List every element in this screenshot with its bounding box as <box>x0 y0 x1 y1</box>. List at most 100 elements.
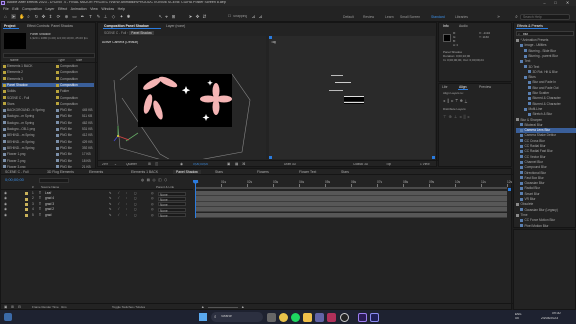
pr-taskbar-icon[interactable] <box>370 313 379 322</box>
search-help-input[interactable]: Search Help <box>520 14 570 20</box>
zoom-slider[interactable] <box>208 307 238 308</box>
anchor-tool-icon[interactable]: ⊕ <box>64 14 69 19</box>
zoom-in-icon[interactable]: ▲ <box>241 305 245 309</box>
label-color-swatch[interactable] <box>56 64 59 68</box>
taskbar-date[interactable]: 24/04/2023 <box>541 317 558 320</box>
timeline-tab[interactable]: SCENE C - Full <box>5 170 29 174</box>
project-item[interactable]: BEHIND...m Spring PNG file 412 KB <box>2 133 94 137</box>
timecode-display[interactable]: 0;00;00;00 <box>193 163 208 166</box>
layer-switches[interactable]: ✎ ⁄ ▫ ◻ <box>109 213 140 218</box>
label-color-swatch[interactable] <box>56 115 59 119</box>
label-color-swatch[interactable] <box>56 152 59 156</box>
taskbar-lang[interactable]: ENG UK <box>515 313 522 320</box>
timeline-tab[interactable]: Elements 1 BACK <box>131 170 158 174</box>
region-icon[interactable]: ▣ <box>227 162 230 166</box>
toggle-switches-modes[interactable]: Toggle Switches / Modes <box>112 306 145 309</box>
roto-tool-icon[interactable]: ✦ <box>119 14 124 19</box>
menu-window[interactable]: Window <box>101 6 114 11</box>
zoom-out-icon[interactable]: ▲ <box>201 305 205 309</box>
workspace-small-screen[interactable]: Small Screen <box>400 15 420 19</box>
timeline-timecode[interactable]: 0;00;00;00 <box>5 178 24 182</box>
chrome-icon[interactable] <box>279 313 288 322</box>
hand-tool-icon[interactable]: ✋ <box>19 14 25 19</box>
view-select[interactable]: Top <box>386 163 391 166</box>
layer-duration-bar[interactable] <box>195 196 507 202</box>
col-size[interactable]: Size <box>76 59 82 62</box>
label-color-swatch[interactable] <box>56 70 59 74</box>
snapping-label[interactable]: Snapping <box>233 15 247 18</box>
render-icon[interactable]: ▣ <box>4 305 7 309</box>
parent-select[interactable]: None <box>158 207 186 213</box>
quality-select[interactable]: Quarter <box>126 163 137 166</box>
label-color-swatch[interactable] <box>56 89 59 93</box>
menu-help[interactable]: Help <box>118 6 125 11</box>
timeline-tab[interactable]: Panel Shadow <box>173 170 201 174</box>
menu-effect[interactable]: Effect <box>58 6 67 11</box>
ae-taskbar-icon[interactable] <box>358 313 367 322</box>
menu-layer[interactable]: Layer <box>45 6 54 11</box>
type-tool-icon[interactable]: T <box>88 14 93 19</box>
label-color-swatch[interactable] <box>56 102 59 106</box>
effects-search-value[interactable]: blur <box>523 33 528 36</box>
menu-view[interactable]: View <box>90 6 98 11</box>
label-color-swatch[interactable] <box>56 146 59 150</box>
eraser-tool-icon[interactable]: ◇ <box>111 14 116 19</box>
clone-tool-icon[interactable]: ⊥ <box>103 14 108 19</box>
layer-label-color[interactable] <box>25 213 28 217</box>
workspace-libraries[interactable]: Libraries <box>455 15 468 19</box>
project-item[interactable]: Stars Composition <box>2 102 94 106</box>
camera-snapshot-icon[interactable]: ◉ <box>180 162 183 166</box>
axis-local-icon[interactable]: ⌖ <box>164 14 169 19</box>
menu-composition[interactable]: Composition <box>22 6 42 11</box>
layer-label-color[interactable] <box>25 197 28 201</box>
work-area-bar[interactable] <box>195 187 507 189</box>
dolly-tool-icon[interactable]: ⇕ <box>48 14 53 19</box>
snap-edge-icon[interactable]: ⊿ <box>258 14 263 19</box>
tab-libraries[interactable]: Libr <box>442 85 448 89</box>
app-icon[interactable] <box>327 313 336 322</box>
layer-row[interactable]: ◉ 4 Tgrad 2 ✎ ⁄ ▫ ◻ ◎ None <box>1 207 193 213</box>
label-color-swatch[interactable] <box>56 108 59 112</box>
project-item[interactable]: BEHIND...m Spring PNG file 392 KB <box>2 146 94 150</box>
tab-audio[interactable]: Audio <box>459 24 468 28</box>
timeline-search[interactable] <box>39 178 69 183</box>
label-color-swatch[interactable] <box>56 83 59 87</box>
layer-duration-bar[interactable] <box>195 212 507 218</box>
nav-cross-icon[interactable]: ✥ <box>195 14 200 19</box>
workspace-standard[interactable]: Standard <box>431 15 445 19</box>
project-item[interactable]: Backgro...OB-1 png PNG file 531 KB <box>2 127 94 131</box>
nav-dolly-icon[interactable]: ⇵ <box>202 14 207 19</box>
timeline-tab[interactable]: 3D Flog Elements <box>47 170 74 174</box>
fit-icon[interactable]: ⌄ <box>114 162 117 166</box>
grid-icon[interactable]: ⊞ <box>148 162 151 166</box>
label-color-swatch[interactable] <box>56 159 59 163</box>
project-item[interactable]: Flower 1.png PNG file 17 KB <box>2 152 94 156</box>
project-item[interactable]: Panel Shadow Composition <box>2 82 94 88</box>
task-view-icon[interactable] <box>267 313 276 322</box>
project-item[interactable]: Solids Folder <box>2 89 94 93</box>
project-item[interactable]: Elements 1 BACK Composition <box>2 64 94 68</box>
world-axis-icon[interactable]: ⊞ <box>171 14 176 19</box>
project-item[interactable]: Elements 3 Composition <box>2 77 94 81</box>
parent-select[interactable]: None <box>158 196 186 202</box>
layer-duration-bar[interactable] <box>195 207 507 213</box>
snapping-checkbox-icon[interactable]: ☐ <box>227 14 232 19</box>
layer-name[interactable]: grad <box>45 213 51 218</box>
dist-right-icon[interactable]: ⫸ <box>467 114 471 119</box>
project-item[interactable]: BEHIND...m Spring PNG file 429 KB <box>2 140 94 144</box>
views-select[interactable]: 1 View <box>420 163 430 166</box>
flowchart-icon[interactable]: ⌘ <box>242 162 246 166</box>
toggle-icon[interactable]: ⊟ <box>18 305 21 309</box>
file-explorer-icon[interactable] <box>303 313 312 322</box>
mask-icon[interactable]: ◫ <box>155 162 158 166</box>
breadcrumb-panel[interactable]: Panel Shadow <box>129 31 154 35</box>
teams-icon[interactable] <box>315 313 324 322</box>
layer-label-color[interactable] <box>25 202 28 206</box>
pan-tool-icon[interactable]: ✥ <box>41 14 46 19</box>
workspace-learn[interactable]: Learn <box>385 15 394 19</box>
project-item[interactable]: SCENE C - Full Composition <box>2 96 94 100</box>
layer-row[interactable]: ◉ 5 Tgrad ✎ ⁄ ▫ ◻ ◎ None <box>1 213 193 218</box>
tab-info[interactable]: Info <box>443 24 449 28</box>
pen-tool-icon[interactable]: ✒ <box>80 14 85 19</box>
draft-3d-toggle[interactable]: Draft 3D <box>284 163 296 166</box>
